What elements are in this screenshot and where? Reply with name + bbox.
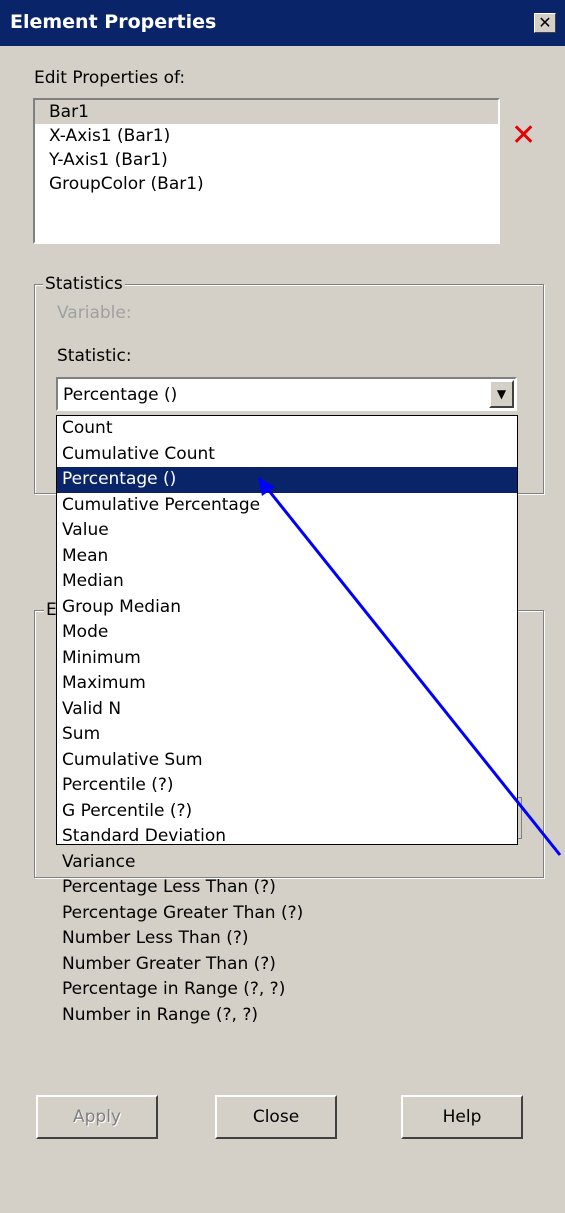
annotation-arrow: [258, 477, 562, 856]
help-button[interactable]: Help: [401, 1095, 523, 1139]
close-button[interactable]: Close: [215, 1095, 337, 1139]
apply-button[interactable]: Apply: [36, 1095, 158, 1139]
